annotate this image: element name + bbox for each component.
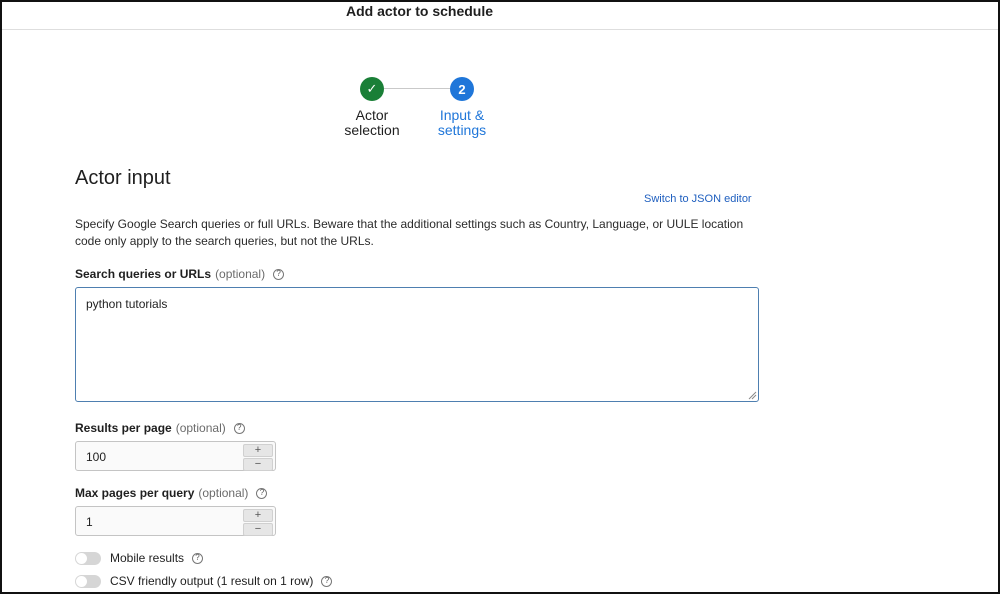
csv-output-toggle[interactable] bbox=[75, 574, 101, 588]
step-2-number[interactable]: 2 bbox=[450, 77, 474, 101]
results-per-page-label: Results per page (optional) ? bbox=[75, 421, 245, 435]
step-2-label[interactable]: Input & settings bbox=[417, 108, 507, 138]
step-1-check-icon[interactable]: ✓ bbox=[360, 77, 384, 101]
stepper-connector bbox=[384, 88, 450, 89]
mobile-results-toggle[interactable] bbox=[75, 551, 101, 565]
increment-plus-icon[interactable]: + bbox=[243, 509, 273, 522]
switch-to-json-editor-link[interactable]: Switch to JSON editor bbox=[644, 193, 752, 205]
max-pages-stepper: + − bbox=[243, 509, 273, 536]
results-per-page-input[interactable]: 100 + − bbox=[75, 441, 276, 471]
queries-label: Search queries or URLs (optional) ? bbox=[75, 267, 285, 281]
decrement-minus-icon[interactable]: − bbox=[243, 458, 273, 471]
csv-output-help-icon[interactable]: ? bbox=[321, 575, 333, 587]
mobile-results-row: Mobile results ? bbox=[75, 551, 204, 565]
decrement-minus-icon[interactable]: − bbox=[243, 523, 273, 536]
max-pages-input[interactable]: 1 + − bbox=[75, 506, 276, 536]
queries-help-icon[interactable]: ? bbox=[273, 268, 285, 280]
results-per-page-help-icon[interactable]: ? bbox=[233, 422, 245, 434]
increment-plus-icon[interactable]: + bbox=[243, 444, 273, 457]
dialog-title: Add actor to schedule bbox=[346, 3, 494, 19]
max-pages-label: Max pages per query (optional) ? bbox=[75, 486, 268, 500]
step-1-label[interactable]: Actor selection bbox=[327, 108, 417, 138]
mobile-results-label: Mobile results bbox=[110, 551, 185, 565]
csv-output-row: CSV friendly output (1 result on 1 row) … bbox=[75, 574, 333, 588]
results-per-page-stepper: + − bbox=[243, 444, 273, 471]
max-pages-help-icon[interactable]: ? bbox=[256, 487, 268, 499]
section-title: Actor input bbox=[75, 167, 171, 189]
resize-handle-icon[interactable] bbox=[747, 390, 757, 400]
csv-output-label: CSV friendly output (1 result on 1 row) bbox=[110, 574, 314, 588]
dialog-header bbox=[2, 2, 998, 30]
mobile-results-help-icon[interactable]: ? bbox=[192, 552, 204, 564]
search-queries-input[interactable] bbox=[75, 287, 759, 402]
section-description: Specify Google Search queries or full UR… bbox=[75, 217, 744, 248]
